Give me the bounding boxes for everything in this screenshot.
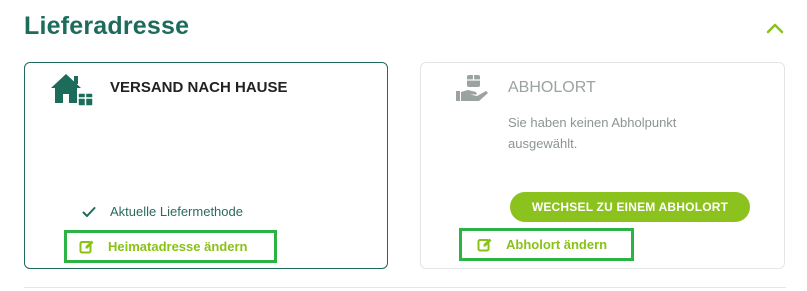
pickup-title: ABHOLORT [508, 79, 596, 96]
delivery-address-section: Lieferadresse VERSAND NACH HAUSE Aktuell… [0, 0, 807, 291]
change-pickup-location-link[interactable]: Abholort ändern [459, 228, 634, 261]
chevron-up-icon [766, 23, 784, 33]
home-delivery-card[interactable]: VERSAND NACH HAUSE Aktuelle Liefermethod… [24, 62, 388, 269]
home-delivery-title: VERSAND NACH HAUSE [110, 79, 288, 96]
change-home-address-link[interactable]: Heimatadresse ändern [64, 230, 277, 263]
edit-icon [79, 240, 94, 254]
change-home-address-label: Heimatadresse ändern [108, 239, 248, 254]
switch-to-pickup-button[interactable]: WECHSEL ZU EINEM ABHOLORT [510, 192, 750, 222]
hand-with-package-icon [455, 74, 489, 109]
section-title: Lieferadresse [24, 12, 190, 40]
edit-icon [477, 238, 492, 252]
section-divider [24, 287, 786, 288]
pickup-description: Sie haben keinen Abholpunkt ausgewählt. [508, 115, 677, 151]
pickup-card[interactable]: ABHOLORT Sie haben keinen Abholpunkt aus… [420, 62, 785, 269]
check-icon [82, 206, 96, 217]
house-with-package-icon [51, 73, 95, 112]
collapse-section-button[interactable] [761, 14, 789, 42]
change-pickup-location-label: Abholort ändern [506, 237, 608, 252]
current-method-label: Aktuelle Liefermethode [110, 204, 243, 219]
current-method-indicator: Aktuelle Liefermethode [82, 204, 243, 219]
